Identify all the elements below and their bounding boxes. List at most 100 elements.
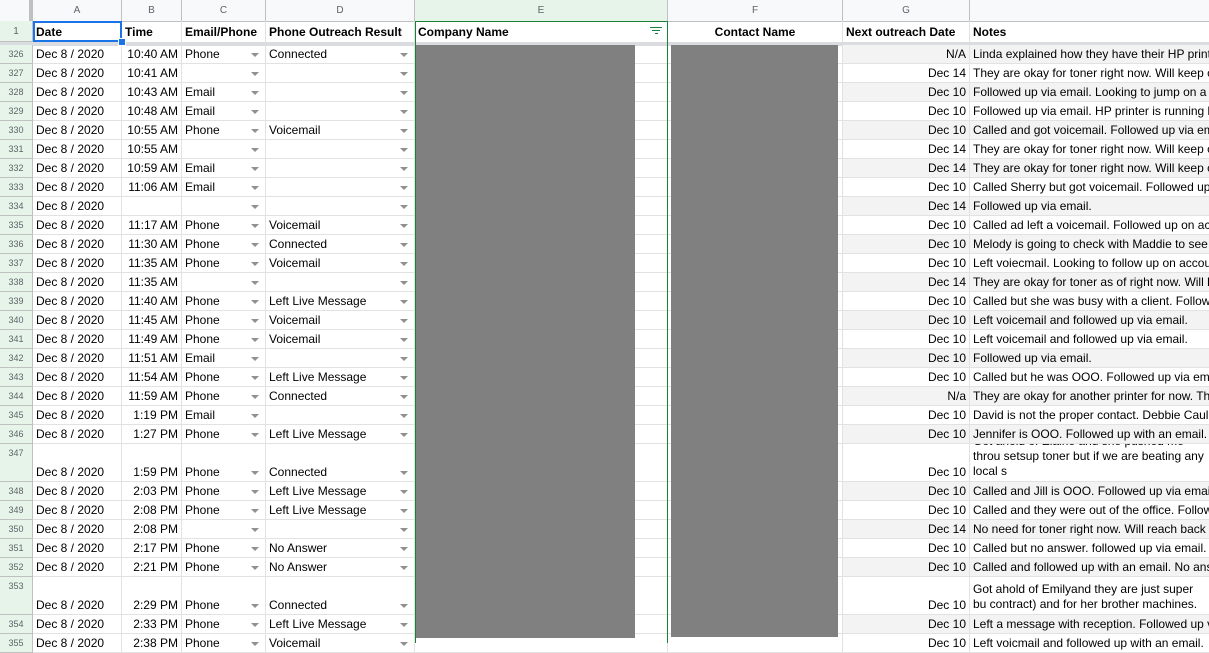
cell-time[interactable]: 11:45 AM (122, 311, 182, 330)
cell-date[interactable]: Dec 8 / 2020 (33, 501, 122, 520)
dropdown-arrow-icon[interactable] (251, 167, 259, 171)
cell-date[interactable]: Dec 8 / 2020 (33, 102, 122, 121)
dropdown-arrow-icon[interactable] (251, 281, 259, 285)
cell-next-outreach-date[interactable]: Dec 10 (843, 558, 970, 577)
cell-phone-outreach-result[interactable]: Voicemail (266, 330, 415, 349)
row-number[interactable]: 335 (0, 216, 33, 235)
cell-email-phone[interactable]: Email (182, 349, 266, 368)
cell-next-outreach-date[interactable]: Dec 10 (843, 83, 970, 102)
cell-phone-outreach-result[interactable] (266, 140, 415, 159)
cell-next-outreach-date[interactable]: Dec 14 (843, 197, 970, 216)
cell-date[interactable]: Dec 8 / 2020 (33, 64, 122, 83)
dropdown-arrow-icon[interactable] (400, 376, 408, 380)
header-cell-date[interactable]: Date (33, 21, 122, 42)
dropdown-arrow-icon[interactable] (400, 509, 408, 513)
cell-notes[interactable]: Called and followed up with an email. No… (970, 558, 1209, 577)
cell-email-phone[interactable]: Phone (182, 634, 266, 653)
cell-email-phone[interactable] (182, 197, 266, 216)
row-number[interactable]: 353 (0, 577, 33, 615)
cell-phone-outreach-result[interactable] (266, 520, 415, 539)
cell-next-outreach-date[interactable]: Dec 14 (843, 159, 970, 178)
row-number[interactable]: 328 (0, 83, 33, 102)
cell-email-phone[interactable]: Phone (182, 235, 266, 254)
header-cell-phone-outreach-result[interactable]: Phone Outreach Result (266, 21, 415, 42)
dropdown-arrow-icon[interactable] (400, 167, 408, 171)
cell-date[interactable]: Dec 8 / 2020 (33, 444, 122, 482)
column-header-g[interactable]: G (843, 0, 970, 21)
header-cell-notes[interactable]: Notes (970, 21, 1209, 42)
row-number[interactable]: 351 (0, 539, 33, 558)
dropdown-arrow-icon[interactable] (400, 566, 408, 570)
cell-phone-outreach-result[interactable] (266, 83, 415, 102)
dropdown-arrow-icon[interactable] (251, 547, 259, 551)
cell-date[interactable]: Dec 8 / 2020 (33, 406, 122, 425)
column-header-h[interactable] (970, 0, 1209, 21)
cell-date[interactable]: Dec 8 / 2020 (33, 83, 122, 102)
cell-next-outreach-date[interactable]: Dec 10 (843, 216, 970, 235)
dropdown-arrow-icon[interactable] (251, 262, 259, 266)
cell-phone-outreach-result[interactable]: Left Live Message (266, 482, 415, 501)
column-header-a[interactable]: A (33, 0, 122, 21)
cell-next-outreach-date[interactable]: Dec 10 (843, 102, 970, 121)
cell-next-outreach-date[interactable]: Dec 10 (843, 444, 970, 482)
cell-phone-outreach-result[interactable]: No Answer (266, 539, 415, 558)
cell-next-outreach-date[interactable]: Dec 10 (843, 368, 970, 387)
cell-next-outreach-date[interactable]: N/a (843, 387, 970, 406)
cell-date[interactable]: Dec 8 / 2020 (33, 311, 122, 330)
cell-next-outreach-date[interactable]: Dec 10 (843, 634, 970, 653)
cell-phone-outreach-result[interactable]: Connected (266, 235, 415, 254)
dropdown-arrow-icon[interactable] (251, 414, 259, 418)
cell-next-outreach-date[interactable]: Dec 10 (843, 615, 970, 634)
column-header-f[interactable]: F (668, 0, 843, 21)
cell-notes[interactable]: Called and they were out of the office. … (970, 501, 1209, 520)
cell-email-phone[interactable]: Phone (182, 444, 266, 482)
dropdown-arrow-icon[interactable] (251, 433, 259, 437)
cell-email-phone[interactable]: Phone (182, 501, 266, 520)
cell-date[interactable]: Dec 8 / 2020 (33, 558, 122, 577)
dropdown-arrow-icon[interactable] (251, 566, 259, 570)
cell-email-phone[interactable]: Phone (182, 311, 266, 330)
cell-email-phone[interactable]: Phone (182, 216, 266, 235)
cell-time[interactable]: 10:48 AM (122, 102, 182, 121)
cell-next-outreach-date[interactable]: Dec 14 (843, 64, 970, 83)
cell-date[interactable]: Dec 8 / 2020 (33, 140, 122, 159)
cell-notes[interactable]: They are okay for another printer for no… (970, 387, 1209, 406)
cell-phone-outreach-result[interactable]: Voicemail (266, 216, 415, 235)
cell-email-phone[interactable]: Phone (182, 539, 266, 558)
cell-notes[interactable]: Called Sherry but got voicemail. Followe… (970, 178, 1209, 197)
cell-time[interactable]: 10:55 AM (122, 140, 182, 159)
dropdown-arrow-icon[interactable] (400, 186, 408, 190)
cell-date[interactable]: Dec 8 / 2020 (33, 482, 122, 501)
cell-email-phone[interactable]: Phone (182, 254, 266, 273)
dropdown-arrow-icon[interactable] (251, 528, 259, 532)
dropdown-arrow-icon[interactable] (400, 623, 408, 627)
row-number[interactable]: 331 (0, 140, 33, 159)
cell-notes[interactable]: They are okay for toner as of right now.… (970, 273, 1209, 292)
cell-email-phone[interactable]: Phone (182, 121, 266, 140)
cell-phone-outreach-result[interactable]: No Answer (266, 558, 415, 577)
dropdown-arrow-icon[interactable] (400, 148, 408, 152)
cell-notes[interactable]: Jennifer is OOO. Followed up with an ema… (970, 425, 1209, 444)
dropdown-arrow-icon[interactable] (251, 338, 259, 342)
cell-next-outreach-date[interactable]: Dec 10 (843, 539, 970, 558)
cell-phone-outreach-result[interactable] (266, 197, 415, 216)
cell-date[interactable]: Dec 8 / 2020 (33, 216, 122, 235)
dropdown-arrow-icon[interactable] (400, 547, 408, 551)
header-cell-email-phone[interactable]: Email/Phone (182, 21, 266, 42)
cell-notes[interactable]: They are okay for toner right now. Will … (970, 140, 1209, 159)
cell-date[interactable]: Dec 8 / 2020 (33, 615, 122, 634)
cell-email-phone[interactable]: Phone (182, 577, 266, 615)
row-number[interactable]: 327 (0, 64, 33, 83)
cell-time[interactable]: 1:19 PM (122, 406, 182, 425)
cell-phone-outreach-result[interactable]: Left Live Message (266, 615, 415, 634)
cell-notes[interactable]: Called but he was OOO. Followed up via e… (970, 368, 1209, 387)
cell-phone-outreach-result[interactable]: Left Live Message (266, 292, 415, 311)
cell-time[interactable]: 2:08 PM (122, 520, 182, 539)
cell-time[interactable]: 10:40 AM (122, 45, 182, 64)
cell-notes[interactable]: They are okay for toner right now. Will … (970, 159, 1209, 178)
cell-notes[interactable]: Got ahold of Elaine and she pushed me th… (970, 444, 1209, 482)
cell-date[interactable]: Dec 8 / 2020 (33, 178, 122, 197)
dropdown-arrow-icon[interactable] (251, 471, 259, 475)
row-number[interactable]: 346 (0, 425, 33, 444)
fill-handle[interactable] (118, 38, 126, 46)
